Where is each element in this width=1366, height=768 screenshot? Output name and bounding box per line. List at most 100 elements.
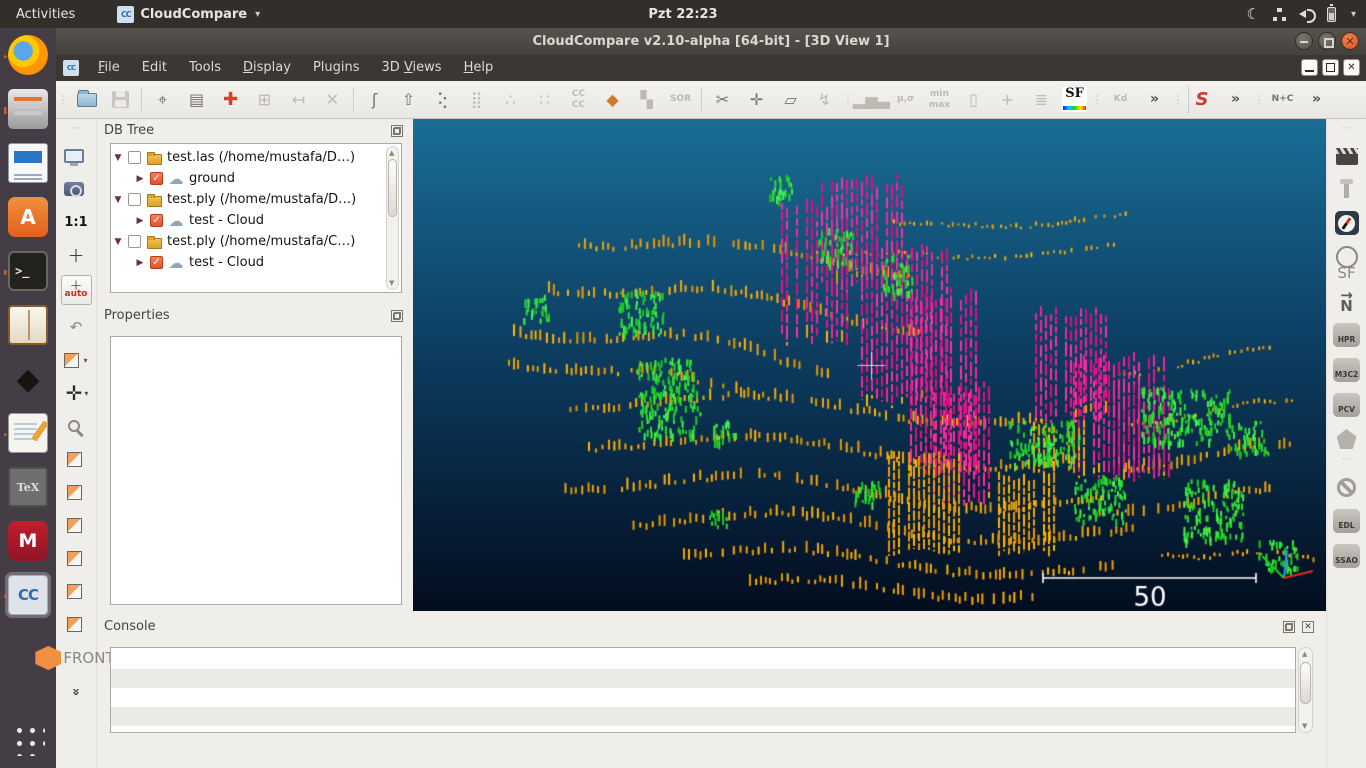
float-panel-icon[interactable] xyxy=(391,125,403,137)
visibility-checkbox[interactable]: ✓ xyxy=(150,214,163,227)
properties-tool[interactable]: ▤ xyxy=(183,86,210,113)
clip-box-tool[interactable]: ▱ xyxy=(777,86,804,113)
view-front-button[interactable] xyxy=(67,481,86,503)
segment-tool[interactable]: ʃ xyxy=(361,86,388,113)
add-point-tool[interactable]: ✚ xyxy=(217,86,244,113)
expander-icon[interactable]: ▼ xyxy=(113,237,123,247)
sf-calculator-tool[interactable]: ≣ xyxy=(1028,86,1055,113)
float-panel-icon[interactable] xyxy=(391,310,403,322)
visibility-checkbox[interactable]: ✓ xyxy=(150,172,163,185)
minimize-button[interactable] xyxy=(1295,32,1313,50)
toolbar-grip[interactable]: ⋮ xyxy=(1256,86,1262,113)
close-button[interactable] xyxy=(1341,32,1359,50)
toolbar-grip[interactable]: ⋯ xyxy=(1342,123,1352,134)
noise-filter-tool[interactable]: ▯ xyxy=(960,86,987,113)
trace-polyline-tool[interactable]: ↯ xyxy=(811,86,838,113)
toolbar-grip[interactable]: ⋮ xyxy=(60,86,66,113)
console-line[interactable] xyxy=(111,669,1295,688)
dock-libreoffice-writer[interactable] xyxy=(0,136,56,190)
overflow-button[interactable]: » xyxy=(1141,86,1168,113)
closest-point-set-tool[interactable]: ▚ xyxy=(633,86,660,113)
toolbar-grip[interactable]: ⋯ xyxy=(1342,454,1352,465)
menu-file[interactable]: File xyxy=(87,55,131,81)
separator[interactable] xyxy=(701,88,702,112)
subsample-tool[interactable]: ⢕ xyxy=(429,86,456,113)
dock-firefox[interactable]: • xyxy=(0,28,56,82)
visibility-checkbox[interactable] xyxy=(128,151,141,164)
remove-filter-button[interactable] xyxy=(1337,476,1356,498)
hpr-plugin-button[interactable]: HPR xyxy=(1333,323,1360,347)
tree-item[interactable]: ▶ ✓ ☁ ground xyxy=(113,168,401,189)
dock-terminal[interactable]: •• >_ xyxy=(0,244,56,298)
console-line[interactable] xyxy=(111,650,1295,669)
toolbar-grip[interactable]: ⋮ xyxy=(845,86,851,113)
console-line[interactable] xyxy=(111,707,1295,726)
menu-plugins[interactable]: Plugins xyxy=(302,55,371,81)
normals-plugin-button[interactable]: → N xyxy=(1340,290,1353,312)
show-applications-button[interactable] xyxy=(0,712,56,766)
expander-icon[interactable]: ▼ xyxy=(113,195,123,205)
window-titlebar[interactable]: CloudCompare v2.10-alpha [64-bit] - [3D … xyxy=(56,28,1366,55)
compass-plugin-button[interactable] xyxy=(1335,211,1359,235)
visibility-checkbox[interactable] xyxy=(128,193,141,206)
fit-gaussian-tool[interactable]: μ,σ xyxy=(892,86,919,113)
toolbar-grip[interactable]: ⋮ xyxy=(1094,86,1100,113)
maximize-button[interactable] xyxy=(1318,32,1336,50)
m3c2-plugin-button[interactable]: M3C2 xyxy=(1333,358,1360,382)
canupo-plugin-button[interactable]: N+C xyxy=(1269,86,1296,113)
view-right-button[interactable] xyxy=(67,580,86,602)
delete-tool[interactable]: ✕ xyxy=(319,86,346,113)
clock[interactable]: Pzt 22:23 xyxy=(648,7,717,22)
3d-viewport[interactable] xyxy=(413,119,1326,611)
mdi-close-button[interactable]: ✕ xyxy=(1343,59,1360,76)
ssao-filter-button[interactable]: SSAO xyxy=(1333,544,1360,568)
menu-help[interactable]: Help xyxy=(453,55,505,81)
separator[interactable] xyxy=(141,88,142,112)
close-panel-icon[interactable]: ✕ xyxy=(1302,621,1314,633)
toolbar-grip[interactable]: ⋯ xyxy=(69,123,83,134)
view-back-button[interactable] xyxy=(67,547,86,569)
pcv-plugin-button[interactable]: PCV xyxy=(1333,393,1360,417)
menu-display[interactable]: Display xyxy=(232,55,302,81)
separator[interactable] xyxy=(353,88,354,112)
delaunay-tool[interactable]: ∴ xyxy=(497,86,524,113)
db-tree-scrollbar[interactable]: ▲▼ xyxy=(386,146,399,290)
translate-view-button[interactable]: ✛ ▾ xyxy=(64,382,89,404)
cloud-mesh-distance-tool[interactable]: ◆ xyxy=(599,86,626,113)
pick-point-tool[interactable]: ⌖ xyxy=(149,86,176,113)
app-menu-button[interactable]: CC CloudCompare ▾ xyxy=(117,6,260,23)
auto-pick-center-button[interactable]: +auto xyxy=(61,275,92,305)
expander-icon[interactable]: ▶ xyxy=(135,174,145,184)
sample-points-tool[interactable]: ⣿ xyxy=(463,86,490,113)
edl-filter-button[interactable]: EDL xyxy=(1333,509,1360,533)
dock-inkscape[interactable]: ◆ xyxy=(0,352,56,406)
zoom-tool-button[interactable] xyxy=(68,415,84,437)
tree-item[interactable]: ▶ ✓ ☁ test - Cloud xyxy=(113,252,401,273)
expander-icon[interactable]: ▶ xyxy=(135,216,145,226)
tree-item[interactable]: ▼ test.ply (/home/mustafa/C…) xyxy=(113,231,401,252)
menu-3d-views[interactable]: 3D Views xyxy=(371,55,453,81)
tree-item[interactable]: ▼ test.ply (/home/mustafa/D…) xyxy=(113,189,401,210)
csf-plugin-button[interactable]: S xyxy=(1188,86,1215,113)
tree-item[interactable]: ▼ test.las (/home/mustafa/D…) xyxy=(113,147,401,168)
set-view-button[interactable]: ▾ xyxy=(64,349,87,371)
view-top-button[interactable] xyxy=(67,448,86,470)
qcork-plugin-button[interactable] xyxy=(1344,178,1349,200)
sor-filter-tool[interactable]: SOR xyxy=(667,86,694,113)
animation-plugin-button[interactable] xyxy=(1336,145,1358,167)
mdi-restore-button[interactable] xyxy=(1322,59,1339,76)
apply-transformation-tool[interactable]: ↤ xyxy=(285,86,312,113)
interactive-transform-tool[interactable]: ✛ xyxy=(743,86,770,113)
visibility-checkbox[interactable]: ✓ xyxy=(150,256,163,269)
view-bottom-button[interactable] xyxy=(67,613,86,635)
system-indicators[interactable]: ☾ ▾ xyxy=(1247,0,1356,28)
poisson-plugin-button[interactable] xyxy=(1337,428,1357,450)
rotate-view-button[interactable]: ↶ xyxy=(68,316,85,338)
menu-tools[interactable]: Tools xyxy=(178,55,232,81)
console-line[interactable] xyxy=(111,688,1295,707)
dock-notes[interactable]: • xyxy=(0,406,56,460)
view-left-button[interactable] xyxy=(67,514,86,536)
cross-section-tool[interactable]: ✂ xyxy=(709,86,736,113)
screenshot-button[interactable] xyxy=(64,178,88,200)
dock-cloudcompare[interactable]: • CC xyxy=(0,568,56,622)
